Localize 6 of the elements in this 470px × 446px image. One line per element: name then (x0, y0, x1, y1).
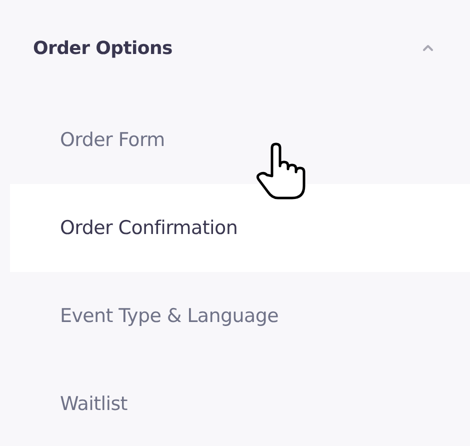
menu-item[interactable]: Order Confirmation (10, 184, 470, 272)
menu-item[interactable]: Order Form (10, 96, 470, 184)
menu-item[interactable]: Waitlist (10, 360, 470, 446)
menu-item[interactable]: Event Type & Language (10, 272, 470, 360)
chevron-up-icon[interactable] (422, 44, 434, 52)
section-title[interactable]: Order Options (33, 38, 172, 58)
